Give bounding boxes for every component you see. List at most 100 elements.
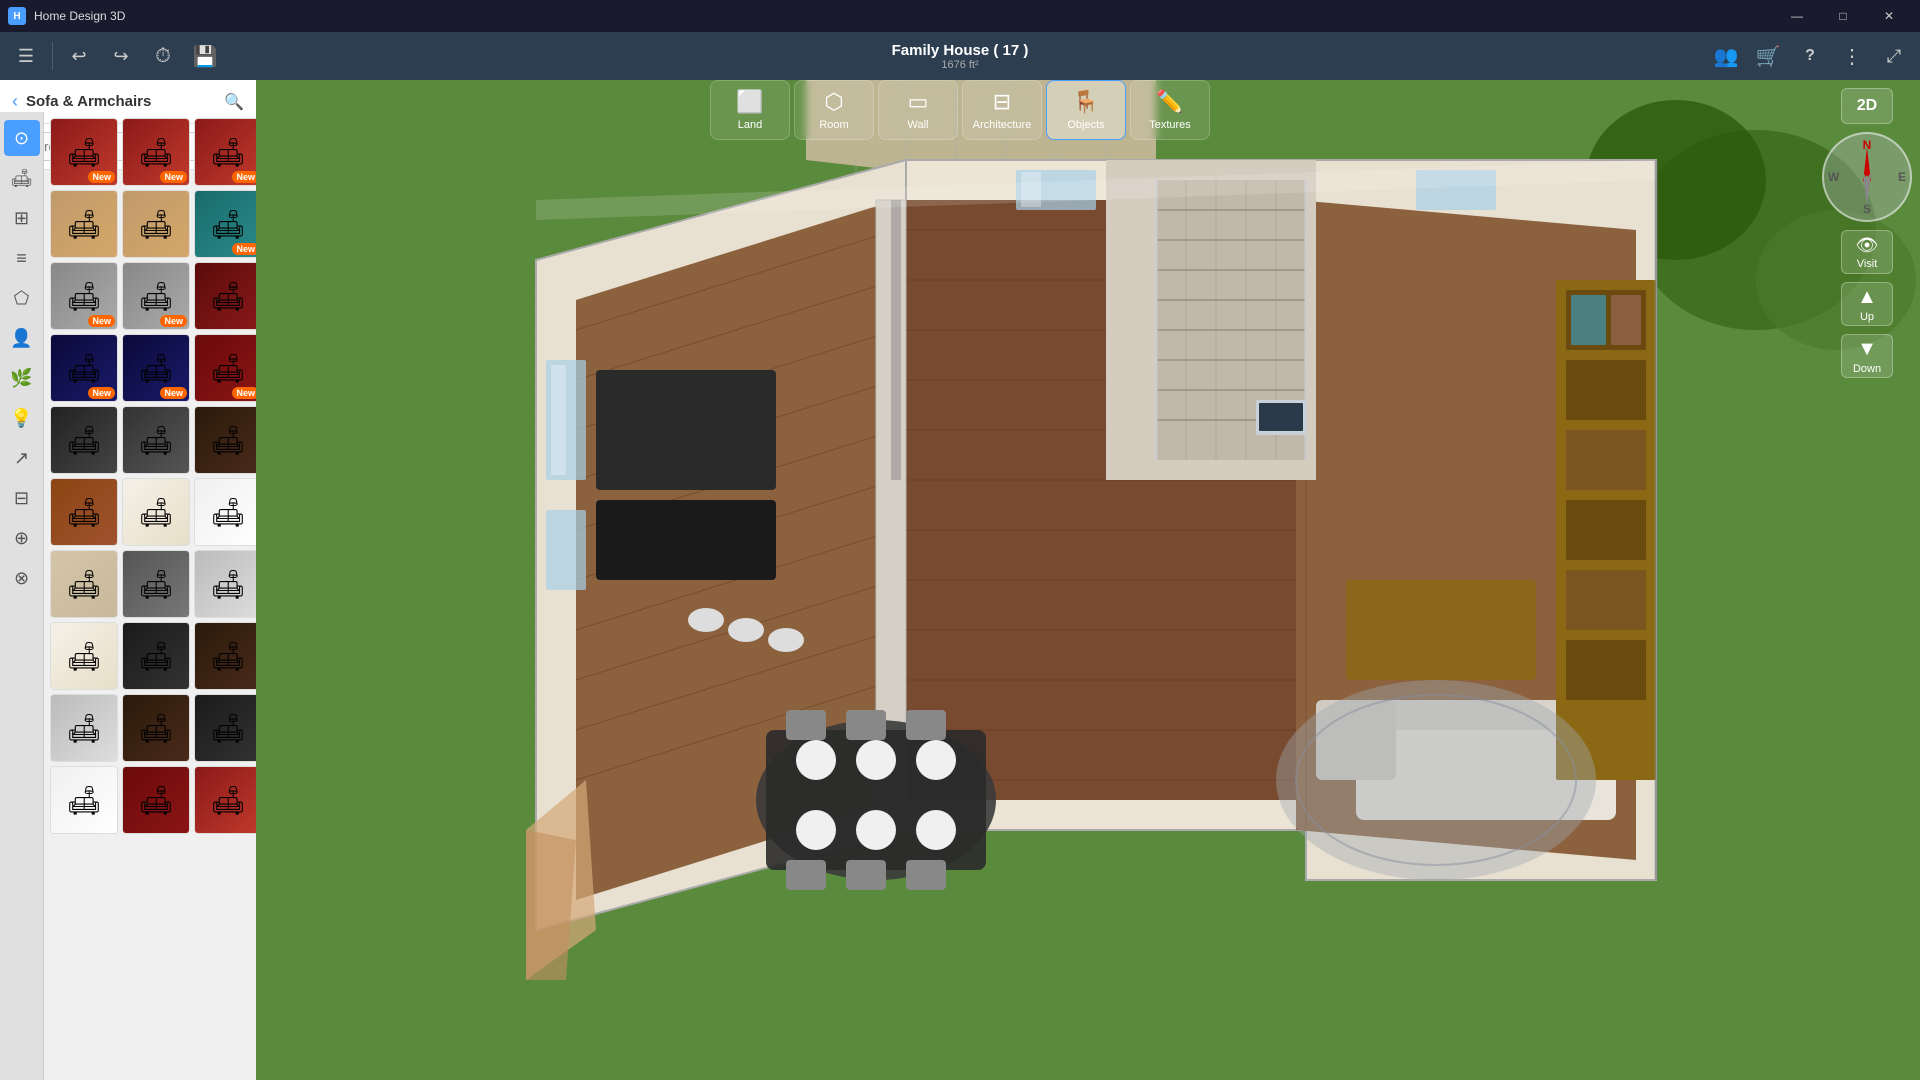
- list-item[interactable]: 🛋: [50, 190, 118, 258]
- list-item[interactable]: 🛋: [50, 406, 118, 474]
- menu-button[interactable]: ☰: [8, 38, 44, 74]
- tab-room-label: Room: [819, 119, 848, 131]
- visit-label: Visit: [1857, 258, 1878, 270]
- list-item[interactable]: 🛋: [50, 622, 118, 690]
- more-button[interactable]: ⋮: [1834, 38, 1870, 74]
- close-button[interactable]: ✕: [1866, 0, 1912, 32]
- grid-row: 🛋New 🛋New 🛋New: [50, 118, 250, 186]
- nav-icon-light[interactable]: 💡: [4, 400, 40, 436]
- grid-row: 🛋 🛋 🛋: [50, 406, 250, 474]
- compass[interactable]: N S E W: [1822, 132, 1912, 222]
- window-controls: — □ ✕: [1774, 0, 1912, 32]
- item-preview: 🛋: [51, 407, 117, 473]
- undo-button[interactable]: ↩: [61, 38, 97, 74]
- compass-arrow-south: [1863, 172, 1871, 207]
- nav-icon-living[interactable]: 🛋: [4, 160, 40, 196]
- list-item[interactable]: 🛋: [122, 406, 190, 474]
- compass-east: E: [1898, 170, 1906, 184]
- up-button[interactable]: ▲ Up: [1841, 282, 1893, 326]
- list-item[interactable]: 🛋: [122, 550, 190, 618]
- nav-icon-person[interactable]: 👤: [4, 320, 40, 356]
- fullscreen-button[interactable]: ⤢: [1876, 38, 1912, 74]
- list-item[interactable]: 🛋New: [122, 334, 190, 402]
- right-controls: 2D N S E W 👁 Visit ▲ Up ▼ Down: [1822, 88, 1912, 378]
- nav-icon-layers[interactable]: ≡: [4, 240, 40, 276]
- app-title: Home Design 3D: [34, 9, 125, 23]
- tab-architecture[interactable]: ⊟ Architecture: [962, 80, 1042, 140]
- item-grid: 🛋New 🛋New 🛋New 🛋 🛋 🛋New 🛋New 🛋New 🛋 🛋New…: [44, 112, 256, 1080]
- new-badge: New: [160, 171, 187, 183]
- tab-objects-label: Objects: [1067, 119, 1104, 131]
- nav-icon-stairs[interactable]: ↗: [4, 440, 40, 476]
- grid-row: 🛋 🛋 🛋: [50, 622, 250, 690]
- item-preview: 🛋: [123, 479, 189, 545]
- list-item[interactable]: 🛋: [122, 694, 190, 762]
- minimize-button[interactable]: —: [1774, 0, 1820, 32]
- list-item[interactable]: 🛋New: [50, 262, 118, 330]
- main-viewport[interactable]: [256, 80, 1920, 1080]
- list-item[interactable]: 🛋New: [194, 190, 256, 258]
- tab-textures[interactable]: ✏️ Textures: [1130, 80, 1210, 140]
- maximize-button[interactable]: □: [1820, 0, 1866, 32]
- search-toggle-button[interactable]: 🔍: [224, 92, 244, 112]
- list-item[interactable]: 🛋New: [122, 262, 190, 330]
- item-preview: 🛋: [195, 551, 256, 617]
- item-preview: 🛋: [195, 695, 256, 761]
- list-item[interactable]: 🛋New: [122, 118, 190, 186]
- redo-button[interactable]: ↪: [103, 38, 139, 74]
- list-item[interactable]: 🛋: [122, 766, 190, 834]
- item-preview: 🛋: [123, 623, 189, 689]
- floor-plan-svg: [256, 80, 1920, 1080]
- view-mode-2d-button[interactable]: 2D: [1841, 88, 1893, 124]
- list-item[interactable]: 🛋: [50, 694, 118, 762]
- list-item[interactable]: 🛋: [194, 550, 256, 618]
- list-item[interactable]: 🛋: [50, 478, 118, 546]
- tab-objects[interactable]: 🪑 Objects: [1046, 80, 1126, 140]
- nav-icon-grid[interactable]: ⊞: [4, 200, 40, 236]
- save-button[interactable]: 💾: [187, 38, 223, 74]
- list-item[interactable]: 🛋New: [50, 334, 118, 402]
- tab-land[interactable]: ⬜ Land: [710, 80, 790, 140]
- list-item[interactable]: 🛋: [122, 478, 190, 546]
- history-button[interactable]: ⏱: [145, 38, 181, 74]
- list-item[interactable]: 🛋: [50, 550, 118, 618]
- list-item[interactable]: 🛋: [194, 406, 256, 474]
- new-badge: New: [160, 315, 187, 327]
- back-button[interactable]: ‹: [12, 91, 18, 112]
- list-item[interactable]: 🛋New: [194, 118, 256, 186]
- list-item[interactable]: 🛋New: [194, 334, 256, 402]
- list-item[interactable]: 🛋: [194, 262, 256, 330]
- grid-row: 🛋 🛋 🛋: [50, 766, 250, 834]
- tab-wall[interactable]: ▭ Wall: [878, 80, 958, 140]
- list-item[interactable]: 🛋: [194, 478, 256, 546]
- tab-room[interactable]: ⬡ Room: [794, 80, 874, 140]
- nav-icon-misc[interactable]: ⊗: [4, 560, 40, 596]
- list-item[interactable]: 🛋: [50, 766, 118, 834]
- nav-icon-shape[interactable]: ⬠: [4, 280, 40, 316]
- nav-icon-group[interactable]: ⊕: [4, 520, 40, 556]
- item-preview: 🛋: [51, 191, 117, 257]
- down-button[interactable]: ▼ Down: [1841, 334, 1893, 378]
- down-label: Down: [1853, 363, 1881, 375]
- people-button[interactable]: 👥: [1708, 38, 1744, 74]
- help-button[interactable]: ?: [1792, 38, 1828, 74]
- new-badge: New: [88, 315, 115, 327]
- list-item[interactable]: 🛋: [122, 622, 190, 690]
- eye-icon: 👁: [1856, 235, 1879, 256]
- nav-icon-fence[interactable]: ⊟: [4, 480, 40, 516]
- new-badge: New: [88, 171, 115, 183]
- nav-icon-plant[interactable]: 🌿: [4, 360, 40, 396]
- item-preview: 🛋: [51, 479, 117, 545]
- grid-row: 🛋New 🛋New 🛋New: [50, 334, 250, 402]
- list-item[interactable]: 🛋New: [50, 118, 118, 186]
- list-item[interactable]: 🛋: [194, 622, 256, 690]
- wall-icon: ▭: [908, 89, 929, 115]
- cart-button[interactable]: 🛒: [1750, 38, 1786, 74]
- list-item[interactable]: 🛋: [194, 766, 256, 834]
- visit-button[interactable]: 👁 Visit: [1841, 230, 1893, 274]
- list-item[interactable]: 🛋: [194, 694, 256, 762]
- grid-row: 🛋 🛋 🛋: [50, 694, 250, 762]
- project-subtitle: 1676 ft²: [892, 59, 1029, 71]
- list-item[interactable]: 🛋: [122, 190, 190, 258]
- nav-icon-home[interactable]: ⊙: [4, 120, 40, 156]
